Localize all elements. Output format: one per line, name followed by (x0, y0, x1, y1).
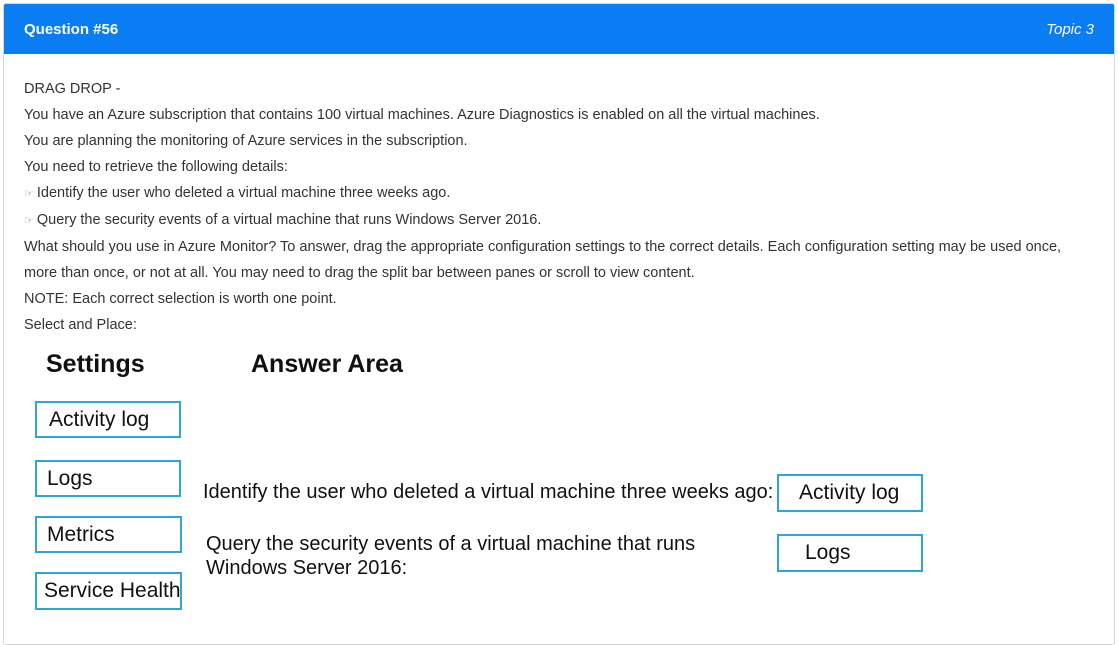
setting-tile-logs[interactable]: Logs (35, 460, 181, 497)
bullet-item: ☞ Identify the user who deleted a virtual… (24, 180, 1114, 207)
question-body: DRAG DROP - You have an Azure subscripti… (4, 54, 1114, 338)
detail-label-deleted-vm: Identify the user who deleted a virtual … (203, 481, 774, 503)
bullet-item: ☞ Query the security events of a virtual … (24, 207, 1114, 234)
answer-slot-deleted-vm[interactable]: Activity log (777, 474, 923, 512)
detail-label-line: Windows Server 2016: (206, 557, 408, 579)
question-line: You need to retrieve the following detai… (24, 159, 288, 175)
question-line: Select and Place: (24, 317, 137, 333)
bullet-text: Identify the user who deleted a virtual … (36, 185, 451, 201)
answer-slot-security-events[interactable]: Logs (777, 534, 923, 572)
setting-tile-metrics[interactable]: Metrics (35, 516, 182, 553)
question-type: DRAG DROP - (24, 81, 121, 97)
question-instructions: What should you use in Azure Monitor? To… (24, 239, 1062, 281)
topic-label: Topic 3 (1046, 20, 1094, 38)
question-number: Question #56 (24, 20, 119, 38)
hand-pointing-icon: ☞ (24, 188, 34, 200)
hand-pointing-icon: ☞ (24, 215, 34, 227)
settings-heading: Settings (46, 350, 145, 378)
setting-tile-activity-log[interactable]: Activity log (35, 401, 181, 438)
answer-area-heading: Answer Area (251, 350, 403, 378)
question-header: Question #56 Topic 3 (4, 4, 1114, 54)
detail-label-security-events: Query the security events of a virtual m… (206, 532, 695, 580)
detail-label-line: Query the security events of a virtual m… (206, 533, 696, 555)
question-line: You are planning the monitoring of Azure… (24, 133, 468, 149)
question-note: NOTE: Each correct selection is worth on… (24, 291, 337, 307)
bullet-text: Query the security events of a virtual m… (36, 212, 542, 228)
question-line: You have an Azure subscription that cont… (24, 107, 820, 123)
setting-tile-service-health[interactable]: Service Health (35, 572, 182, 610)
